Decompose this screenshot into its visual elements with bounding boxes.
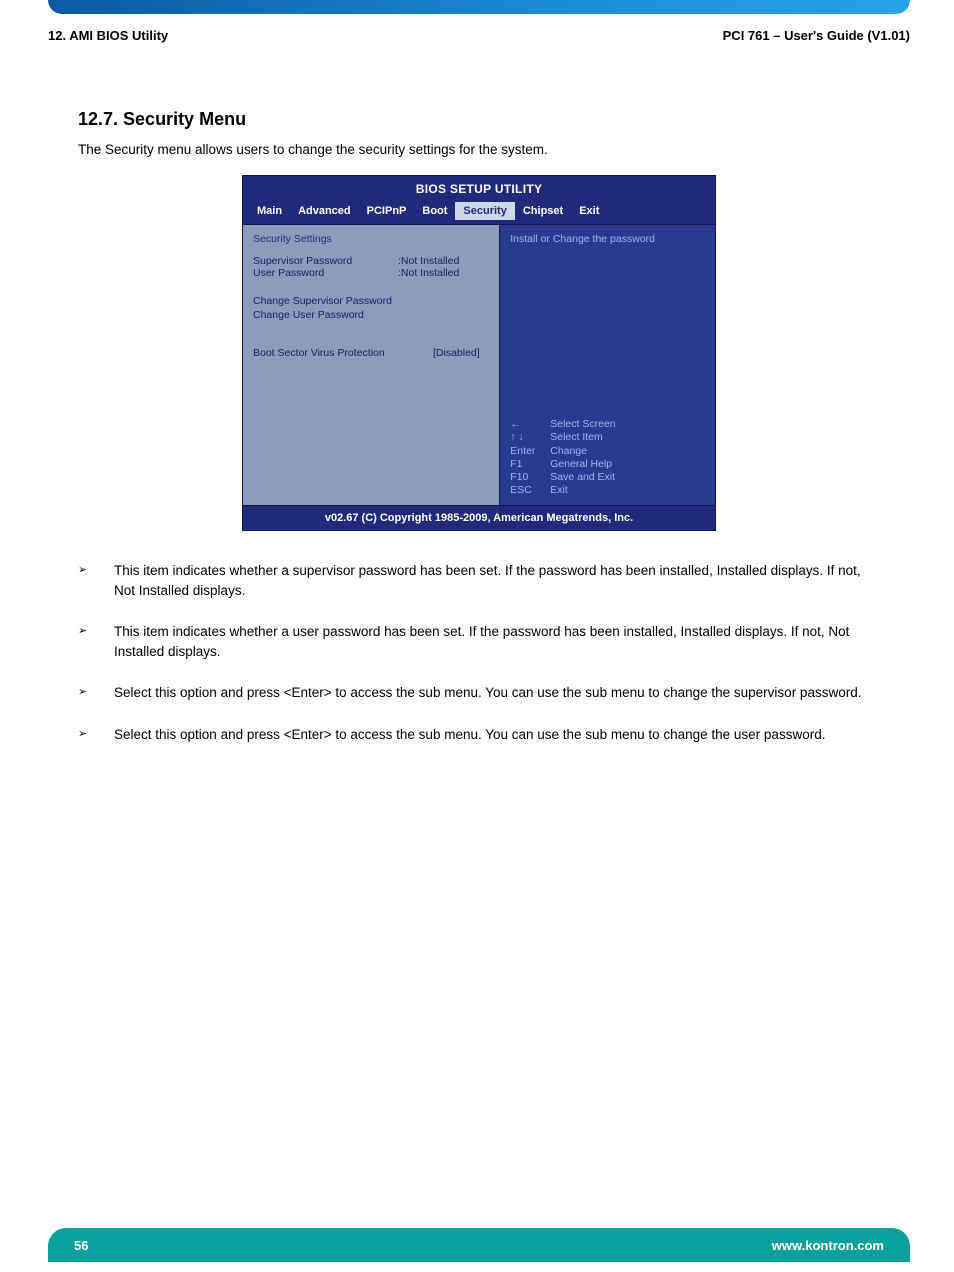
bullet-text-1: This item indicates whether a supervisor…: [114, 561, 880, 600]
key-f10: F10: [510, 471, 542, 484]
bios-screenshot: BIOS SETUP UTILITY Main Advanced PCIPnP …: [242, 175, 716, 531]
page-content: 12. AMI BIOS Utility PCI 761 – User's Gu…: [0, 14, 954, 744]
supervisor-password-value: :Not Installed: [398, 255, 459, 267]
change-supervisor-password: Change Supervisor Password: [253, 295, 489, 307]
supervisor-password-label: Supervisor Password: [253, 255, 398, 267]
key-updown: ↑ ↓: [510, 431, 542, 444]
bullet-text-3: Select this option and press <Enter> to …: [114, 683, 861, 703]
bios-help-text: Install or Change the password: [510, 233, 705, 245]
bullet-text-2: This item indicates whether a user passw…: [114, 622, 880, 661]
bullet-arrow-icon: ➢: [78, 622, 114, 661]
bullet-item-2: ➢ This item indicates whether a user pas…: [78, 622, 880, 661]
bullet-arrow-icon: ➢: [78, 725, 114, 745]
tab-chipset: Chipset: [515, 202, 571, 220]
bullet-arrow-icon: ➢: [78, 683, 114, 703]
key-f1: F1: [510, 458, 542, 471]
change-user-password: Change User Password: [253, 309, 489, 321]
bios-footer: v02.67 (C) Copyright 1985-2009, American…: [243, 505, 715, 530]
key-f1-label: General Help: [550, 458, 612, 471]
bullet-arrow-icon: ➢: [78, 561, 114, 600]
header-right: PCI 761 – User's Guide (V1.01): [723, 28, 910, 43]
tab-advanced: Advanced: [290, 202, 359, 220]
bullet-item-4: ➢ Select this option and press <Enter> t…: [78, 725, 880, 745]
bullet-list: ➢ This item indicates whether a supervis…: [48, 561, 910, 744]
top-decorative-strip: [48, 0, 910, 14]
key-enter: Enter: [510, 445, 542, 458]
tab-boot: Boot: [414, 202, 455, 220]
key-f10-label: Save and Exit: [550, 471, 615, 484]
page-footer-bar: 56 www.kontron.com: [48, 1228, 910, 1262]
tab-pcipnp: PCIPnP: [359, 202, 415, 220]
footer-url: www.kontron.com: [772, 1238, 884, 1253]
bios-key-help: ← Select Screen ↑ ↓ Select Item Enter Chang…: [510, 418, 705, 497]
user-password-row: User Password :Not Installed: [253, 267, 489, 279]
security-settings-heading: Security Settings: [253, 233, 489, 245]
bullet-item-3: ➢ Select this option and press <Enter> t…: [78, 683, 880, 703]
key-esc-label: Exit: [550, 484, 568, 497]
header-left: 12. AMI BIOS Utility: [48, 28, 168, 43]
boot-sector-row: Boot Sector Virus Protection [Disabled]: [253, 347, 489, 359]
key-esc: ESC: [510, 484, 542, 497]
boot-sector-value: [Disabled]: [433, 347, 480, 359]
bios-left-panel: Security Settings Supervisor Password :N…: [243, 225, 499, 505]
boot-sector-label: Boot Sector Virus Protection: [253, 347, 433, 359]
tab-exit: Exit: [571, 202, 607, 220]
bios-body: Security Settings Supervisor Password :N…: [243, 224, 715, 505]
section-intro: The Security menu allows users to change…: [48, 138, 910, 175]
bios-tabs: Main Advanced PCIPnP Boot Security Chips…: [243, 200, 715, 224]
page-number: 56: [74, 1238, 88, 1253]
key-enter-label: Change: [550, 445, 587, 458]
bullet-item-1: ➢ This item indicates whether a supervis…: [78, 561, 880, 600]
tab-main: Main: [249, 202, 290, 220]
user-password-label: User Password: [253, 267, 398, 279]
supervisor-password-row: Supervisor Password :Not Installed: [253, 255, 489, 267]
section-title: 12.7. Security Menu: [48, 61, 910, 138]
user-password-value: :Not Installed: [398, 267, 459, 279]
bios-title: BIOS SETUP UTILITY: [243, 176, 715, 200]
page-header: 12. AMI BIOS Utility PCI 761 – User's Gu…: [48, 22, 910, 61]
bios-right-panel: Install or Change the password ← Select S…: [499, 225, 715, 505]
key-left: ←: [510, 418, 542, 431]
bullet-text-4: Select this option and press <Enter> to …: [114, 725, 825, 745]
tab-security: Security: [455, 202, 514, 220]
key-left-label: Select Screen: [550, 418, 615, 431]
key-updown-label: Select Item: [550, 431, 603, 444]
